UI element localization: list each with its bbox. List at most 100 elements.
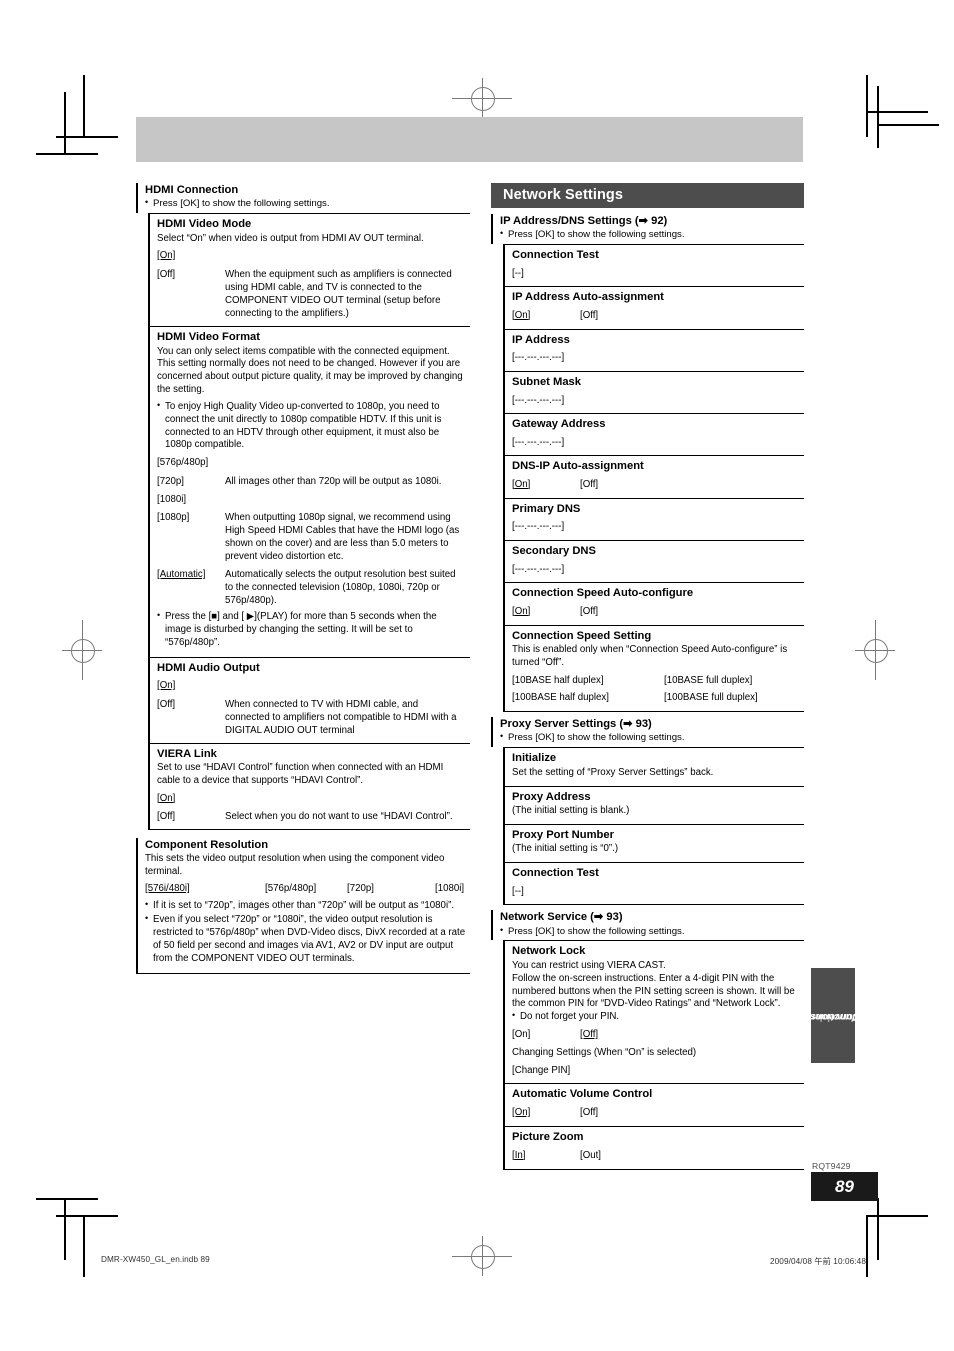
- entry-ip-address-dns-settings: IP Address/DNS Settings (➡ 92) Press [OK…: [491, 214, 804, 245]
- option-100base-full-duplex[interactable]: [100BASE full duplex]: [664, 691, 758, 705]
- sub-hdmi-video-format: HDMI Video Format You can only select it…: [150, 327, 470, 658]
- option-row: [In] [Out]: [512, 1149, 798, 1163]
- list-item: Even if you select “720p” or “1080i”, th…: [145, 913, 470, 966]
- option-out[interactable]: [Out]: [580, 1149, 601, 1163]
- option-row: [On] [Off]: [512, 605, 798, 619]
- option-off[interactable]: [Off]: [580, 478, 598, 492]
- option-off[interactable]: [Off]: [580, 309, 598, 323]
- option-on[interactable]: [On]: [157, 249, 175, 263]
- entry-bullet: Press [OK] to show the following setting…: [500, 731, 804, 745]
- option-off[interactable]: [Off]: [157, 810, 225, 823]
- option-10base-half-duplex[interactable]: [10BASE half duplex]: [512, 674, 664, 688]
- option-on[interactable]: [On]: [157, 679, 175, 693]
- sub-title: Connection Speed Auto-configure: [512, 587, 694, 600]
- option-1080i[interactable]: [1080i]: [157, 493, 225, 506]
- sub-desc: (The initial setting is “0”.): [512, 843, 619, 855]
- option-720p[interactable]: [720p]: [347, 882, 435, 896]
- sub-title: Connection Test: [512, 249, 599, 262]
- right-column: Network Settings IP Address/DNS Settings…: [491, 183, 804, 1170]
- side-tab-convenient-functions: Convenient functions: [806, 968, 860, 1063]
- sub-value[interactable]: [--]: [512, 267, 798, 281]
- sub-bullets-after: Press the [■] and [ ▶](PLAY) for more th…: [157, 610, 464, 650]
- option-on[interactable]: [On]: [512, 478, 580, 492]
- option-10base-full-duplex[interactable]: [10BASE full duplex]: [664, 674, 752, 688]
- sub-title: Gateway Address: [512, 418, 606, 431]
- entry-bullet: Press [OK] to show the following setting…: [500, 228, 804, 242]
- option-off-desc: When the equipment such as amplifiers is…: [225, 269, 452, 320]
- option-on[interactable]: [On]: [512, 605, 580, 619]
- sub-value[interactable]: [---.---.---.---]: [512, 563, 798, 577]
- registration-mark-right: [855, 620, 895, 680]
- option-on[interactable]: [On]: [512, 309, 580, 323]
- crop-mark-top-left-v2: [64, 92, 66, 154]
- sub-title: VIERA Link: [157, 747, 217, 760]
- page-number: 89: [811, 1172, 878, 1201]
- option-automatic[interactable]: [Automatic]: [157, 568, 205, 581]
- sub-gateway-address: Gateway Address [---.---.---.---]: [505, 414, 804, 457]
- defrow-720p: [720p] All images other than 720p will b…: [157, 475, 464, 488]
- sub-value[interactable]: [---.---.---.---]: [512, 520, 798, 534]
- option-on[interactable]: [On]: [512, 1106, 580, 1120]
- option-row-100base: [100BASE half duplex] [100BASE full duple…: [512, 691, 798, 705]
- section-header-network-settings: Network Settings: [491, 183, 804, 208]
- option-off[interactable]: [Off]: [157, 268, 225, 320]
- option-off[interactable]: [Off]: [157, 698, 225, 737]
- sub-desc: Set the setting of “Proxy Server Setting…: [512, 766, 714, 778]
- sub-ip-address: IP Address [---.---.---.---]: [505, 330, 804, 372]
- option-100base-half-duplex[interactable]: [100BASE half duplex]: [512, 691, 664, 705]
- crop-mark-bottom-left-v2: [64, 1198, 66, 1260]
- sub-ip-address-auto-assignment: IP Address Auto-assignment [On] [Off]: [505, 287, 804, 330]
- defrow-off: [Off] When connected to TV with HDMI cab…: [157, 698, 464, 737]
- entry-proxy-server-settings: Proxy Server Settings (➡ 93) Press [OK] …: [491, 717, 804, 748]
- crop-mark-bottom-right-v: [866, 1215, 868, 1277]
- footer-timestamp: 2009/04/08 午前 10:06:48: [770, 1257, 866, 1266]
- component-resolution-bullets: If it is set to “720p”, images other tha…: [145, 899, 470, 966]
- option-change-pin[interactable]: [Change PIN]: [512, 1064, 798, 1078]
- option-off[interactable]: [Off]: [580, 1028, 598, 1042]
- option-off[interactable]: [Off]: [580, 605, 598, 619]
- sub-desc: (The initial setting is blank.): [512, 805, 630, 817]
- sub-dns-ip-auto-assignment: DNS-IP Auto-assignment [On] [Off]: [505, 456, 804, 499]
- sub-desc: This is enabled only when “Connection Sp…: [512, 644, 788, 669]
- hdmi-connection-subs: HDMI Video Mode Select “On” when video i…: [148, 213, 470, 831]
- option-576p-480p[interactable]: [576p/480p]: [265, 882, 347, 896]
- option-on[interactable]: [On]: [157, 792, 175, 806]
- list-item: To enjoy High Quality Video up-converted…: [157, 400, 464, 453]
- sub-title: HDMI Audio Output: [157, 661, 260, 674]
- defrow-off: [Off] When the equipment such as amplifi…: [157, 268, 464, 320]
- option-576i-480i[interactable]: [576i/480i]: [145, 882, 265, 896]
- sub-desc: You can restrict using VIERA CAST. Follo…: [512, 960, 795, 1010]
- option-720p[interactable]: [720p]: [157, 475, 225, 488]
- sub-value[interactable]: [---.---.---.---]: [512, 351, 798, 365]
- registration-mark-left: [62, 620, 102, 680]
- option-off[interactable]: [Off]: [580, 1106, 598, 1120]
- sub-hdmi-video-mode: HDMI Video Mode Select “On” when video i…: [150, 214, 470, 328]
- option-576p-480p[interactable]: [576p/480p]: [157, 456, 208, 470]
- sub-bullet: Do not forget your PIN.: [512, 1010, 798, 1024]
- option-1080p[interactable]: [1080p]: [157, 511, 225, 563]
- option-row: [On] [Off]: [512, 478, 798, 492]
- sub-title: Proxy Port Number: [512, 828, 614, 841]
- crop-mark-top-left-v: [83, 75, 85, 137]
- option-automatic-desc: Automatically selects the output resolut…: [225, 568, 456, 606]
- sub-title: HDMI Video Format: [157, 331, 260, 344]
- sub-value[interactable]: [---.---.---.---]: [512, 436, 798, 450]
- sub-value[interactable]: [--]: [512, 885, 798, 899]
- option-720p-desc: All images other than 720p will be outpu…: [225, 475, 442, 487]
- option-in[interactable]: [In]: [512, 1149, 580, 1163]
- sub-title: Secondary DNS: [512, 545, 596, 558]
- option-on[interactable]: [On]: [512, 1028, 580, 1042]
- sub-title: Connection Speed Setting: [512, 629, 652, 642]
- option-off-desc: Select when you do not want to use “HDAV…: [225, 811, 453, 823]
- sub-value[interactable]: [---.---.---.---]: [512, 394, 798, 408]
- option-1080i[interactable]: [1080i]: [435, 882, 464, 896]
- option-row: [On] [Off]: [512, 1106, 798, 1120]
- sub-connection-speed-setting: Connection Speed Setting This is enabled…: [505, 626, 804, 713]
- entry-title: Proxy Server Settings (➡ 93): [500, 718, 652, 731]
- sub-note: Changing Settings (When “On” is selected…: [512, 1047, 697, 1059]
- entry-bullet: Press [OK] to show the following setting…: [145, 197, 470, 211]
- sub-proxy-port-number: Proxy Port Number (The initial setting i…: [505, 825, 804, 864]
- sub-picture-zoom: Picture Zoom [In] [Out]: [505, 1127, 804, 1170]
- entry-desc: This sets the video output resolution wh…: [145, 852, 445, 877]
- entry-title: Component Resolution: [145, 839, 269, 852]
